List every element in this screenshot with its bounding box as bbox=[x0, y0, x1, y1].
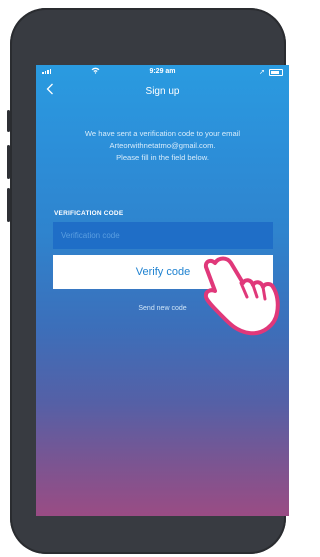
pointing-hand-icon bbox=[203, 256, 280, 336]
page-title: Sign up bbox=[145, 86, 180, 97]
status-time: 9:29 am bbox=[149, 68, 176, 75]
message-line-3: Please fill in the field below. bbox=[116, 153, 209, 162]
verification-code-label: VERIFICATION CODE bbox=[54, 210, 124, 217]
message-email: Arteorwithnetatmo@gmail.com. bbox=[109, 141, 216, 150]
battery-icon bbox=[269, 68, 283, 76]
location-arrow-icon: ➚ bbox=[259, 69, 265, 76]
phone-volume-up-button bbox=[7, 145, 10, 179]
message-line-1: We have sent a verification code to your… bbox=[84, 129, 241, 138]
phone-volume-down-button bbox=[7, 188, 10, 222]
verification-message: We have sent a verification code to your… bbox=[46, 128, 279, 164]
phone-side-button bbox=[7, 110, 10, 132]
nav-bar: Sign up bbox=[36, 79, 289, 105]
verification-code-input[interactable] bbox=[53, 222, 273, 249]
